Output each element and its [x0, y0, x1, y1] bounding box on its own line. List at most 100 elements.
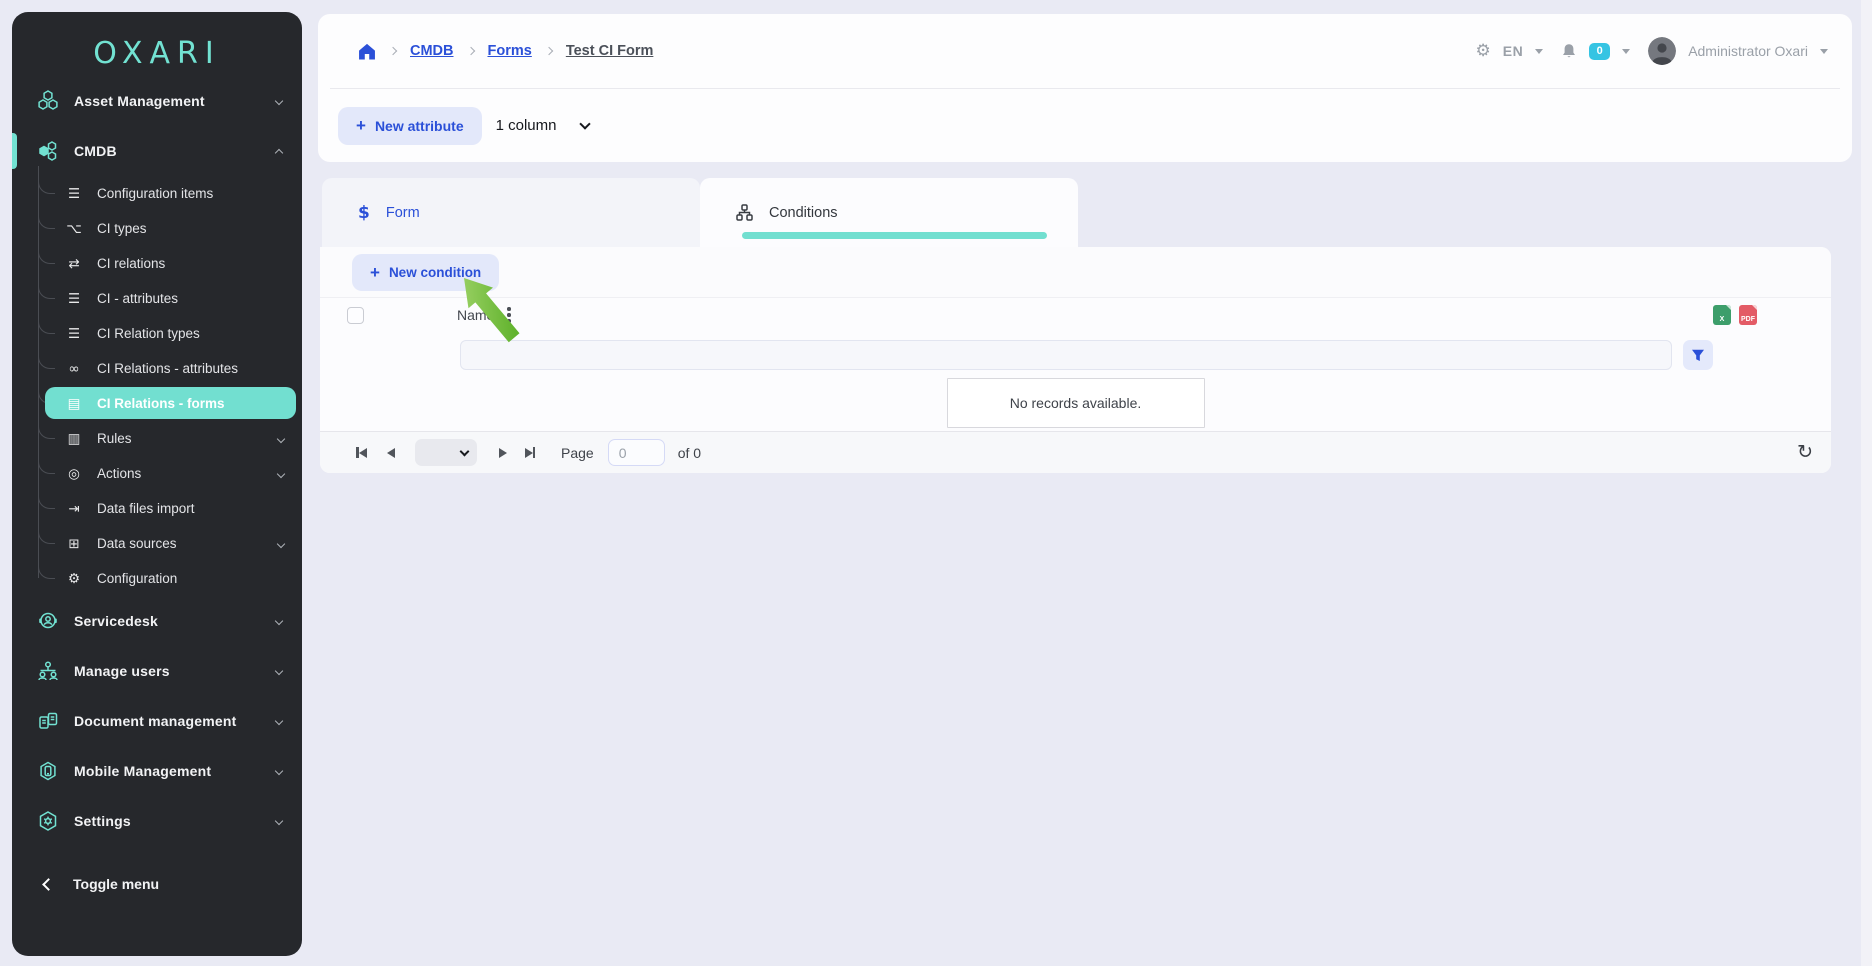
notification-badge[interactable]: 0: [1589, 43, 1610, 60]
sidebar-item-label: Servicedesk: [74, 613, 158, 629]
sidebar-item-manage-users[interactable]: Manage users: [12, 646, 302, 696]
export-buttons: X PDF: [1713, 305, 1757, 325]
sidebar-item-label: Manage users: [74, 663, 170, 679]
page-size-select[interactable]: [415, 439, 477, 466]
sidebar-item-configuration-items[interactable]: ☰ Configuration items: [12, 176, 302, 211]
chevron-down-icon: [459, 446, 469, 456]
chevron-down-icon: [277, 434, 285, 442]
sidebar-item-data-sources[interactable]: ⊞ Data sources: [12, 526, 302, 561]
target-icon: ◎: [64, 466, 84, 482]
conditions-toolbar: + New condition: [320, 247, 1831, 298]
headset-icon: [34, 609, 62, 633]
breadcrumb-separator-icon: [466, 47, 474, 55]
breadcrumb-separator-icon: [389, 47, 397, 55]
chevron-down-icon: [275, 717, 283, 725]
sidebar-item-data-files-import[interactable]: ⇥ Data files import: [12, 491, 302, 526]
form-tab-icon: $: [358, 203, 370, 223]
export-pdf-icon[interactable]: PDF: [1739, 305, 1757, 325]
home-icon[interactable]: [358, 43, 376, 60]
chevron-down-icon: [277, 469, 285, 477]
empty-state-message: No records available.: [947, 378, 1205, 428]
sidebar-item-cmdb[interactable]: CMDB: [12, 126, 302, 176]
chevron-down-icon: [275, 667, 283, 675]
cmdb-submenu: ☰ Configuration items ⌥ CI types ⇄ CI re…: [12, 176, 302, 596]
name-column-header: Name: [457, 307, 494, 323]
users-icon: [34, 659, 62, 683]
sidebar-item-mobile-management[interactable]: Mobile Management: [12, 746, 302, 796]
sitemap-icon: [736, 204, 753, 221]
next-page-button[interactable]: [499, 448, 507, 458]
plus-icon: +: [356, 117, 366, 134]
tab-conditions[interactable]: Conditions: [700, 178, 1078, 247]
sidebar-item-servicedesk[interactable]: Servicedesk: [12, 596, 302, 646]
avatar[interactable]: [1648, 37, 1676, 65]
breadcrumb-link-cmdb[interactable]: CMDB: [410, 43, 454, 59]
sidebar-item-document-management[interactable]: Document management: [12, 696, 302, 746]
funnel-icon: [1691, 349, 1705, 362]
sidebar-item-label: Asset Management: [74, 93, 205, 109]
sidebar-item-label: CMDB: [74, 143, 117, 159]
gears-icon: ⚙: [64, 571, 84, 587]
filter-button[interactable]: [1683, 340, 1713, 370]
bar-chart-icon: ▥: [64, 431, 84, 447]
new-attribute-button[interactable]: + New attribute: [338, 107, 482, 145]
chevron-down-icon[interactable]: [1820, 49, 1828, 54]
sidebar-item-ci-relation-types[interactable]: ☰ CI Relation types: [12, 316, 302, 351]
refresh-icon[interactable]: ↻: [1797, 443, 1817, 462]
app-root: OXARI Asset Management CMDB: [0, 0, 1872, 966]
sidebar-item-label: Document management: [74, 713, 237, 729]
last-page-button[interactable]: [525, 447, 536, 458]
list-icon: ☰: [64, 291, 84, 307]
sidebar-item-ci-relations[interactable]: ⇄ CI relations: [12, 246, 302, 281]
sidebar-item-settings[interactable]: Settings: [12, 796, 302, 846]
export-excel-icon[interactable]: X: [1713, 305, 1731, 325]
link-icon: ∞: [64, 361, 84, 377]
breadcrumb-link-forms[interactable]: Forms: [488, 43, 532, 59]
gear-icon[interactable]: ⚙: [1475, 41, 1490, 61]
swap-arrows-icon: ⇄: [64, 256, 84, 272]
name-filter-input[interactable]: [460, 340, 1672, 370]
settings-hexagon-gear-icon: [34, 809, 62, 833]
bell-icon[interactable]: [1561, 43, 1577, 60]
page-count-label: of 0: [678, 445, 701, 461]
documents-icon: [34, 709, 62, 733]
page-label: Page: [561, 445, 594, 461]
first-page-button[interactable]: [356, 447, 367, 458]
new-condition-button[interactable]: + New condition: [352, 254, 499, 291]
app-logo: OXARI: [12, 12, 302, 76]
chevron-down-icon[interactable]: [1535, 49, 1543, 54]
package-icon: ⊞: [64, 536, 84, 552]
sidebar-item-ci-relations-attributes[interactable]: ∞ CI Relations - attributes: [12, 351, 302, 386]
toggle-menu-button[interactable]: Toggle menu: [12, 864, 302, 904]
sidebar-item-rules[interactable]: ▥ Rules: [12, 421, 302, 456]
sidebar-item-ci-attributes[interactable]: ☰ CI - attributes: [12, 281, 302, 316]
chevron-down-icon: [579, 118, 590, 129]
sidebar-item-configuration[interactable]: ⚙ Configuration: [12, 561, 302, 596]
previous-page-button[interactable]: [387, 448, 395, 458]
column-menu-icon[interactable]: [504, 304, 514, 326]
sidebar-item-ci-relations-forms[interactable]: ▤ CI Relations - forms: [12, 386, 302, 421]
breadcrumb: CMDB Forms Test CI Form ⚙ EN 0: [318, 14, 1852, 88]
sidebar-item-asset-management[interactable]: Asset Management: [12, 76, 302, 126]
user-menu[interactable]: Administrator Oxari: [1688, 43, 1808, 59]
table-header-row: Name X PDF: [320, 298, 1831, 332]
active-section-indicator: [12, 133, 17, 169]
header-card: CMDB Forms Test CI Form ⚙ EN 0: [318, 14, 1852, 162]
column-layout-select[interactable]: 1 column: [496, 117, 589, 134]
scrollbar[interactable]: [1861, 0, 1872, 966]
chevron-down-icon: [275, 817, 283, 825]
hexagon-cluster-icon: [34, 89, 62, 113]
select-all-checkbox[interactable]: [347, 307, 364, 324]
sidebar-item-label: Settings: [74, 813, 131, 829]
page-number-input[interactable]: [608, 439, 665, 466]
conditions-panel: + New condition Name X PDF No records a: [320, 247, 1831, 473]
sidebar-item-actions[interactable]: ◎ Actions: [12, 456, 302, 491]
chevron-down-icon[interactable]: [1622, 49, 1630, 54]
chevron-down-icon: [275, 767, 283, 775]
chevron-down-icon: [275, 617, 283, 625]
plus-icon: +: [370, 264, 380, 281]
sidebar-item-ci-types[interactable]: ⌥ CI types: [12, 211, 302, 246]
tab-form[interactable]: $ Form: [322, 178, 700, 247]
language-selector[interactable]: EN: [1503, 43, 1523, 59]
sidebar-item-label: Mobile Management: [74, 763, 211, 779]
